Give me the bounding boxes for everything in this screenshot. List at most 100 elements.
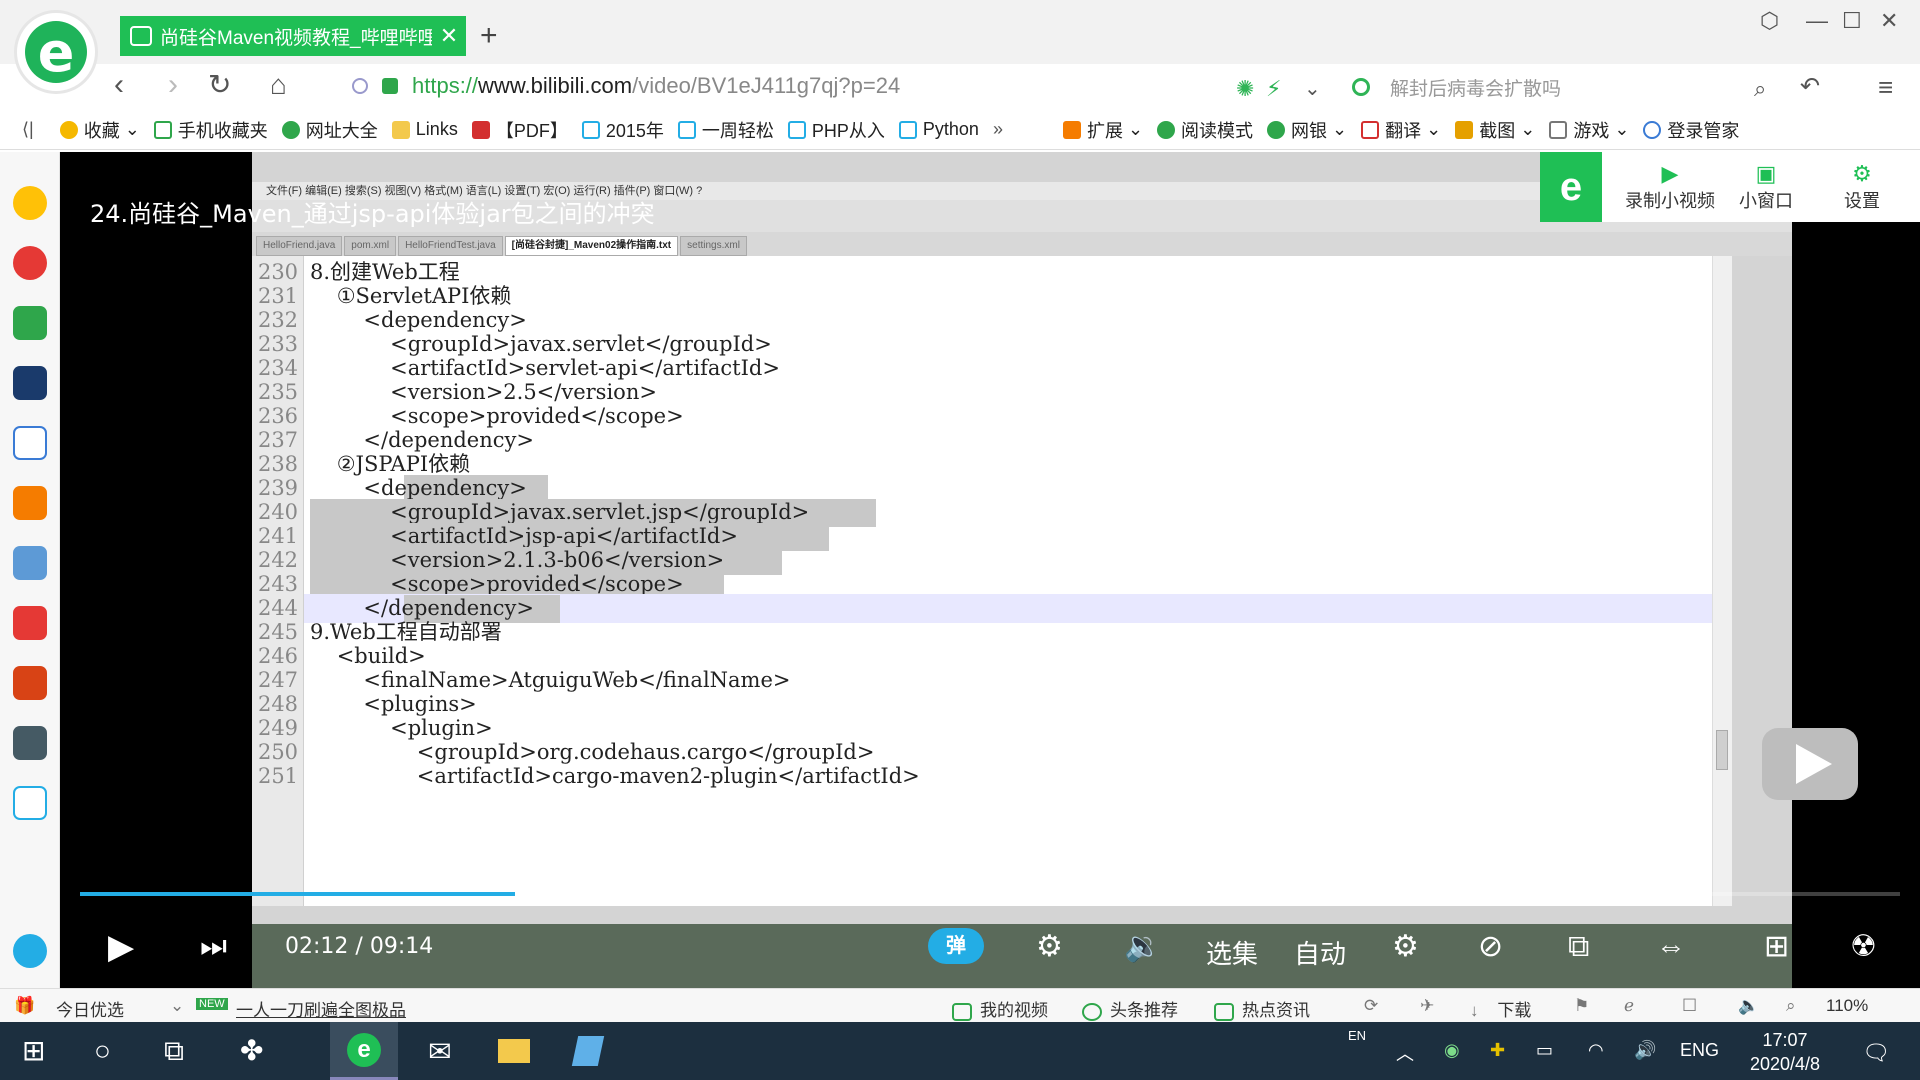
maximize-button[interactable]: ☐ <box>1842 8 1862 34</box>
browser-tab[interactable]: 尚硅谷Maven视频教程_哔哩哔哩 ✕ <box>120 16 466 56</box>
weibo-icon[interactable] <box>13 246 47 280</box>
speed-icon[interactable]: ✈ <box>1420 996 1434 1016</box>
my-videos[interactable]: 我的视频 <box>952 996 1048 1021</box>
mini-window-button[interactable]: ▣ 小窗口 <box>1718 161 1814 213</box>
zoom-icon[interactable]: ⌕ <box>1786 996 1796 1016</box>
fullscreen-icon[interactable]: ☢ <box>1850 932 1877 962</box>
danmaku-toggle[interactable]: 弹 <box>928 928 984 964</box>
language-indicator[interactable]: ENG <box>1680 1040 1719 1061</box>
new-tab-button[interactable]: + <box>480 16 498 56</box>
browser-logo[interactable]: e <box>14 10 98 94</box>
video-player[interactable]: 文件(F) 编辑(E) 搜索(S) 视图(V) 格式(M) 语言(L) 设置(T… <box>60 152 1920 988</box>
headline-recommend[interactable]: 头条推荐 <box>1082 996 1178 1021</box>
clean-icon[interactable]: ⟳ <box>1364 996 1378 1016</box>
pinwheel-icon[interactable]: ✤ <box>240 1034 263 1068</box>
skin-icon[interactable]: ⬡ <box>1760 8 1779 34</box>
record-video-button[interactable]: ▶ 录制小视频 <box>1622 161 1718 213</box>
sidebar-toggle-icon[interactable]: ⟨| <box>22 119 34 140</box>
sound-icon[interactable]: 🔈 <box>1738 996 1759 1016</box>
taskbar-explorer[interactable] <box>480 1022 548 1080</box>
bookmark-2015[interactable]: 2015年 <box>581 117 664 143</box>
search-icon[interactable]: ⌕ <box>1754 72 1766 106</box>
danmaku-settings-icon[interactable]: ⚙ <box>1036 932 1063 962</box>
game-icon[interactable] <box>13 546 47 580</box>
lightning-icon[interactable]: ⚡ <box>1266 72 1281 106</box>
notification-icon[interactable]: 🗨 <box>1862 1040 1890 1066</box>
ie-icon[interactable]: ℯ <box>1624 996 1634 1016</box>
browser-tray-icon[interactable]: ◉ <box>1444 1040 1460 1061</box>
promo-link[interactable]: 一人一刀刷遍全图极品 <box>236 996 406 1021</box>
search-circle-icon[interactable]: ○ <box>94 1034 111 1068</box>
game-icon[interactable] <box>13 666 47 700</box>
bookmark-links[interactable]: Links <box>391 119 458 140</box>
add-app-icon[interactable] <box>13 934 47 968</box>
toolbar-bank[interactable]: 网银 ⌄ <box>1267 117 1347 143</box>
bilibili-play-icon[interactable] <box>1762 728 1858 800</box>
favorites-star-icon[interactable] <box>13 186 47 220</box>
picture-in-picture-icon[interactable]: ⧉ <box>1568 932 1589 962</box>
widescreen-icon[interactable]: ⇔ <box>1656 932 1686 962</box>
address-bar[interactable]: https://www.bilibili.com/video/BV1eJ411g… <box>352 70 1252 102</box>
next-icon[interactable]: ⏭ <box>200 932 227 962</box>
chevron-down-icon[interactable]: ⌄ <box>1304 72 1321 106</box>
system-clock[interactable]: 17:07 2020/4/8 <box>1738 1028 1832 1076</box>
settings-button[interactable]: ⚙ 设置 <box>1814 161 1910 213</box>
hot-news[interactable]: 热点资讯 <box>1214 996 1310 1021</box>
zoom-level[interactable]: 110% <box>1826 996 1868 1016</box>
game-icon[interactable] <box>13 726 47 760</box>
wifi-icon[interactable]: ◠ <box>1588 1040 1604 1061</box>
toolbar-reader-mode[interactable]: 阅读模式 <box>1157 117 1253 143</box>
mail-icon[interactable] <box>13 306 47 340</box>
today-picks[interactable]: 今日优选 <box>56 996 124 1021</box>
bookmark-php[interactable]: PHP从入 <box>787 117 885 143</box>
download-button[interactable]: ↓ 下载 <box>1470 996 1531 1021</box>
accelerate-icon[interactable]: ✺ <box>1236 72 1254 106</box>
menu-icon[interactable]: ≡ <box>1878 70 1893 104</box>
show-hidden-icon[interactable]: ︿ <box>1396 1040 1414 1066</box>
flag-icon[interactable]: ⚑ <box>1574 996 1589 1016</box>
word-doc-icon[interactable] <box>13 426 47 460</box>
novel-icon[interactable] <box>13 486 47 520</box>
taskbar-mail[interactable]: ✉ <box>406 1022 474 1080</box>
plus-tray-icon[interactable]: ✚ <box>1490 1040 1505 1061</box>
bookmark-python[interactable]: Python <box>898 119 979 140</box>
bookmark-week[interactable]: 一周轻松 <box>677 117 774 143</box>
taskbar-notes[interactable] <box>554 1022 622 1080</box>
volume-icon[interactable]: 🔉 <box>1124 932 1161 962</box>
search-input[interactable]: 解封后病毒会扩散吗 <box>1352 74 1682 100</box>
bookmark-pdf[interactable]: 【PDF】 <box>471 117 568 143</box>
windows-start-icon[interactable]: ⊞ <box>22 1034 45 1068</box>
episodes-button[interactable]: 选集 <box>1206 934 1258 971</box>
pp-icon[interactable] <box>13 786 47 820</box>
task-view-icon[interactable]: ⧉ <box>164 1034 184 1068</box>
school-icon[interactable] <box>13 366 47 400</box>
taskbar-browser[interactable]: e <box>330 1022 398 1080</box>
undo-close-icon[interactable]: ↶ <box>1800 70 1820 104</box>
play-icon[interactable]: ▶ <box>108 930 134 964</box>
bookmark-favorites[interactable]: 收藏 ⌄ <box>59 117 140 143</box>
close-tab-icon[interactable]: ✕ <box>432 23 466 49</box>
more-bookmarks-icon[interactable]: » <box>993 119 1003 140</box>
toolbar-games[interactable]: 游戏 ⌄ <box>1549 117 1629 143</box>
ime-indicator[interactable]: EN <box>1348 1028 1366 1043</box>
window-icon[interactable]: ☐ <box>1682 996 1697 1016</box>
bookmark-sites[interactable]: 网址大全 <box>281 117 378 143</box>
home-button[interactable]: ⌂ <box>270 68 287 102</box>
minimize-button[interactable]: — <box>1806 8 1828 34</box>
toolbar-extensions[interactable]: 扩展 ⌄ <box>1062 117 1143 143</box>
autoplay-button[interactable]: 自动 <box>1294 934 1346 971</box>
chevron-down-icon[interactable]: ⌄ <box>170 996 184 1016</box>
bookmark-mobile[interactable]: 手机收藏夹 <box>153 117 268 143</box>
battery-icon[interactable]: ▭ <box>1536 1040 1553 1061</box>
mirror-off-icon[interactable]: ⊘ <box>1478 932 1503 962</box>
toolbar-login-manager[interactable]: 登录管家 <box>1643 117 1739 143</box>
settings-icon[interactable]: ⚙ <box>1392 932 1419 962</box>
toolbar-translate[interactable]: 翻译 ⌄ <box>1361 117 1441 143</box>
toolbar-screenshot[interactable]: 截图 ⌄ <box>1455 117 1535 143</box>
back-button[interactable]: ‹ <box>114 68 124 102</box>
close-window-button[interactable]: ✕ <box>1880 8 1898 34</box>
volume-tray-icon[interactable]: 🔊 <box>1634 1040 1656 1061</box>
web-fullscreen-icon[interactable]: ⊞ <box>1764 932 1789 962</box>
forward-button[interactable]: › <box>168 68 178 102</box>
refresh-button[interactable]: ↻ <box>208 68 231 102</box>
